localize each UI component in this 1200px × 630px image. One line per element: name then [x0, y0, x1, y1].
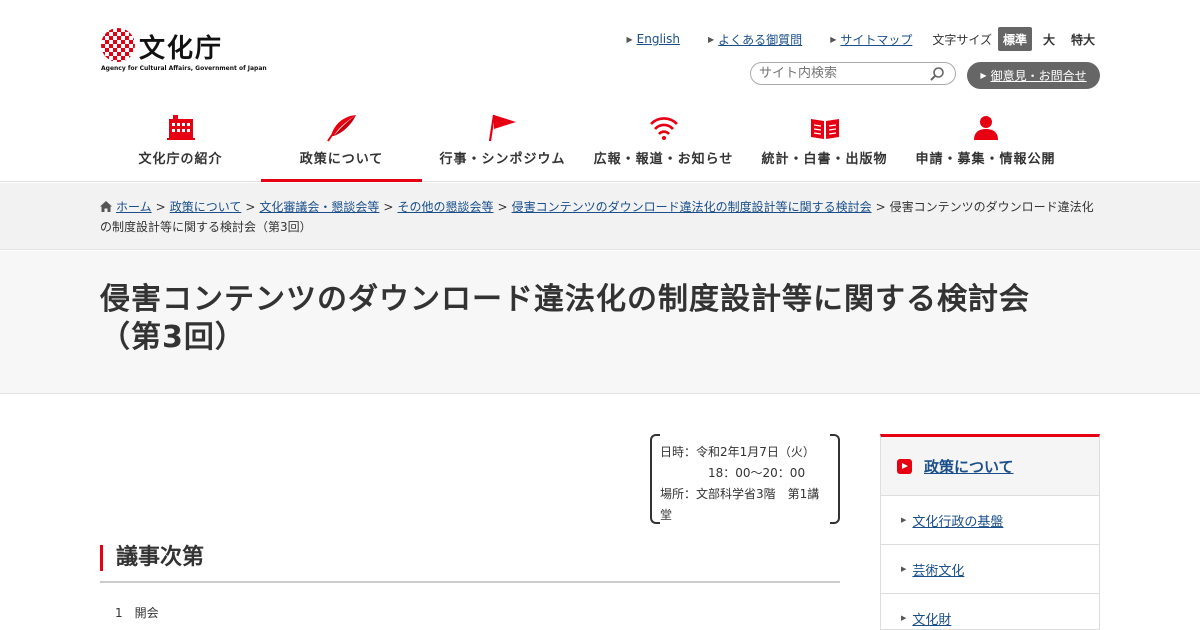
nav-item-policy[interactable]: 政策について: [261, 108, 422, 182]
page-title: 侵害コンテンツのダウンロード違法化の制度設計等に関する検討会（第3回）: [100, 282, 1030, 355]
contact-button-label: 御意見・お問合せ: [990, 69, 1087, 83]
breadcrumb-separator: >: [383, 200, 394, 214]
arrow-right-icon: ▶: [626, 34, 633, 44]
play-icon: [897, 458, 912, 474]
breadcrumb-separator: >: [875, 200, 886, 214]
breadcrumb-link-committee[interactable]: 侵害コンテンツのダウンロード違法化の制度設計等に関する検討会: [512, 200, 872, 214]
building-icon: [165, 114, 197, 142]
breadcrumb-trail: ホーム > 政策について > 文化審議会・懇談会等 > その他の懇談会等 > 侵害コンテンツのダ…: [100, 197, 1100, 237]
nav-item-label: 行事・シンポジウム: [439, 152, 566, 167]
sidebar-item-foundation[interactable]: ▶ 文化行政の基盤: [881, 496, 1099, 545]
search-box: [750, 62, 956, 85]
sidebar-item-cultural-properties[interactable]: ▶ 文化財: [881, 594, 1099, 629]
nav-item-news[interactable]: 広報・報道・お知らせ: [583, 108, 744, 182]
sidebar-item-label[interactable]: 芸術文化: [912, 560, 964, 579]
sidebar-item-label[interactable]: 文化財: [912, 609, 951, 628]
breadcrumb-separator: >: [245, 200, 256, 214]
heading-accent-bar: [100, 545, 103, 571]
title-area: 侵害コンテンツのダウンロード違法化の制度設計等に関する検討会（第3回）: [0, 251, 1200, 394]
nav-item-label: 申請・募集・情報公開: [915, 152, 1056, 167]
wifi-icon: [648, 114, 680, 142]
meeting-info-box: 日時：令和2年1月7日（火） 18：00～20：00 場所：文部科学省3階 第1…: [650, 434, 840, 524]
nav-item-label: 広報・報道・お知らせ: [593, 152, 734, 167]
breadcrumb-separator: >: [155, 200, 166, 214]
nav-item-publications[interactable]: 統計・白書・出版物: [744, 108, 905, 182]
util-link-english[interactable]: ▶ English: [627, 32, 681, 46]
nav-item-label: 統計・白書・出版物: [761, 152, 888, 167]
breadcrumb-link-policy[interactable]: 政策について: [170, 200, 242, 214]
meeting-date: 日時：令和2年1月7日（火）: [660, 445, 815, 459]
agenda-heading: 議事次第: [100, 543, 840, 583]
nav-item-about[interactable]: 文化庁の紹介: [100, 108, 261, 182]
arrow-right-icon: ▶: [901, 565, 907, 573]
agenda-item: 1 開会: [115, 606, 159, 620]
breadcrumb-link-other[interactable]: その他の懇談会等: [397, 200, 493, 214]
sidebar-item-arts[interactable]: ▶ 芸術文化: [881, 545, 1099, 594]
search-icon[interactable]: [929, 66, 945, 82]
nav-item-label: 政策について: [299, 152, 384, 167]
logo-mark-icon: [101, 28, 135, 62]
home-icon: [100, 201, 112, 212]
quill-icon: [326, 114, 358, 142]
sidebar-item-label[interactable]: 文化行政の基盤: [912, 511, 1003, 530]
arrow-right-icon: ▶: [901, 516, 907, 524]
sidebar-heading: 政策について: [881, 437, 1099, 496]
search-input[interactable]: [759, 66, 919, 81]
nav-item-label: 文化庁の紹介: [138, 152, 223, 167]
person-icon: [970, 114, 1002, 142]
util-link-label[interactable]: サイトマップ: [840, 31, 912, 48]
util-link-label[interactable]: English: [637, 32, 680, 46]
breadcrumb-link-home[interactable]: ホーム: [116, 200, 152, 214]
utility-nav: ▶ English ▶ よくある御質問 ▶ サイトマップ 文字サイズ 標準 大 …: [599, 27, 1100, 51]
flag-icon: [487, 114, 519, 142]
site-logo[interactable]: 文化庁 Agency for Cultural Affairs, Governm…: [101, 28, 267, 78]
book-icon: [809, 114, 841, 142]
util-link-label[interactable]: よくある御質問: [718, 31, 802, 48]
global-nav: 文化庁の紹介 政策について 行事・シンポジウム 広報・報道・お知らせ 統計・白書…: [100, 108, 1100, 182]
breadcrumb-separator: >: [497, 200, 508, 214]
breadcrumb: ホーム > 政策について > 文化審議会・懇談会等 > その他の懇談会等 > 侵害コンテンツのダ…: [0, 183, 1200, 250]
breadcrumb-link-council[interactable]: 文化審議会・懇談会等: [259, 200, 379, 214]
agenda-heading-text: 議事次第: [116, 545, 205, 570]
nav-item-events[interactable]: 行事・シンポジウム: [422, 108, 583, 182]
site-header: 文化庁 Agency for Cultural Affairs, Governm…: [0, 0, 1200, 182]
font-size-standard-button[interactable]: 標準: [998, 27, 1032, 51]
arrow-right-icon: ▶: [708, 34, 715, 44]
logo-subtitle: Agency for Cultural Affairs, Government …: [101, 65, 267, 72]
meeting-place: 場所：文部科学省3階 第1講堂: [660, 487, 820, 522]
nav-item-applications[interactable]: 申請・募集・情報公開: [905, 108, 1066, 182]
arrow-right-icon: ▶: [830, 34, 837, 44]
logo-text: 文化庁: [139, 34, 224, 64]
font-size-xlarge-button[interactable]: 特大: [1066, 27, 1100, 51]
sidebar-heading-link[interactable]: 政策について: [924, 456, 1014, 477]
arrow-right-icon: ▶: [901, 614, 907, 622]
util-link-sitemap[interactable]: ▶ サイトマップ: [830, 31, 912, 48]
meeting-time: 18：00～20：00: [708, 466, 806, 480]
font-size-large-button[interactable]: 大: [1032, 27, 1066, 51]
contact-button[interactable]: ▶ 御意見・お問合せ: [967, 62, 1100, 89]
arrow-right-icon: ▶: [980, 71, 987, 80]
font-size-label: 文字サイズ: [932, 32, 992, 47]
util-link-faq[interactable]: ▶ よくある御質問: [708, 31, 802, 48]
sidebar: 政策について ▶ 文化行政の基盤 ▶ 芸術文化 ▶ 文化財: [880, 434, 1100, 630]
